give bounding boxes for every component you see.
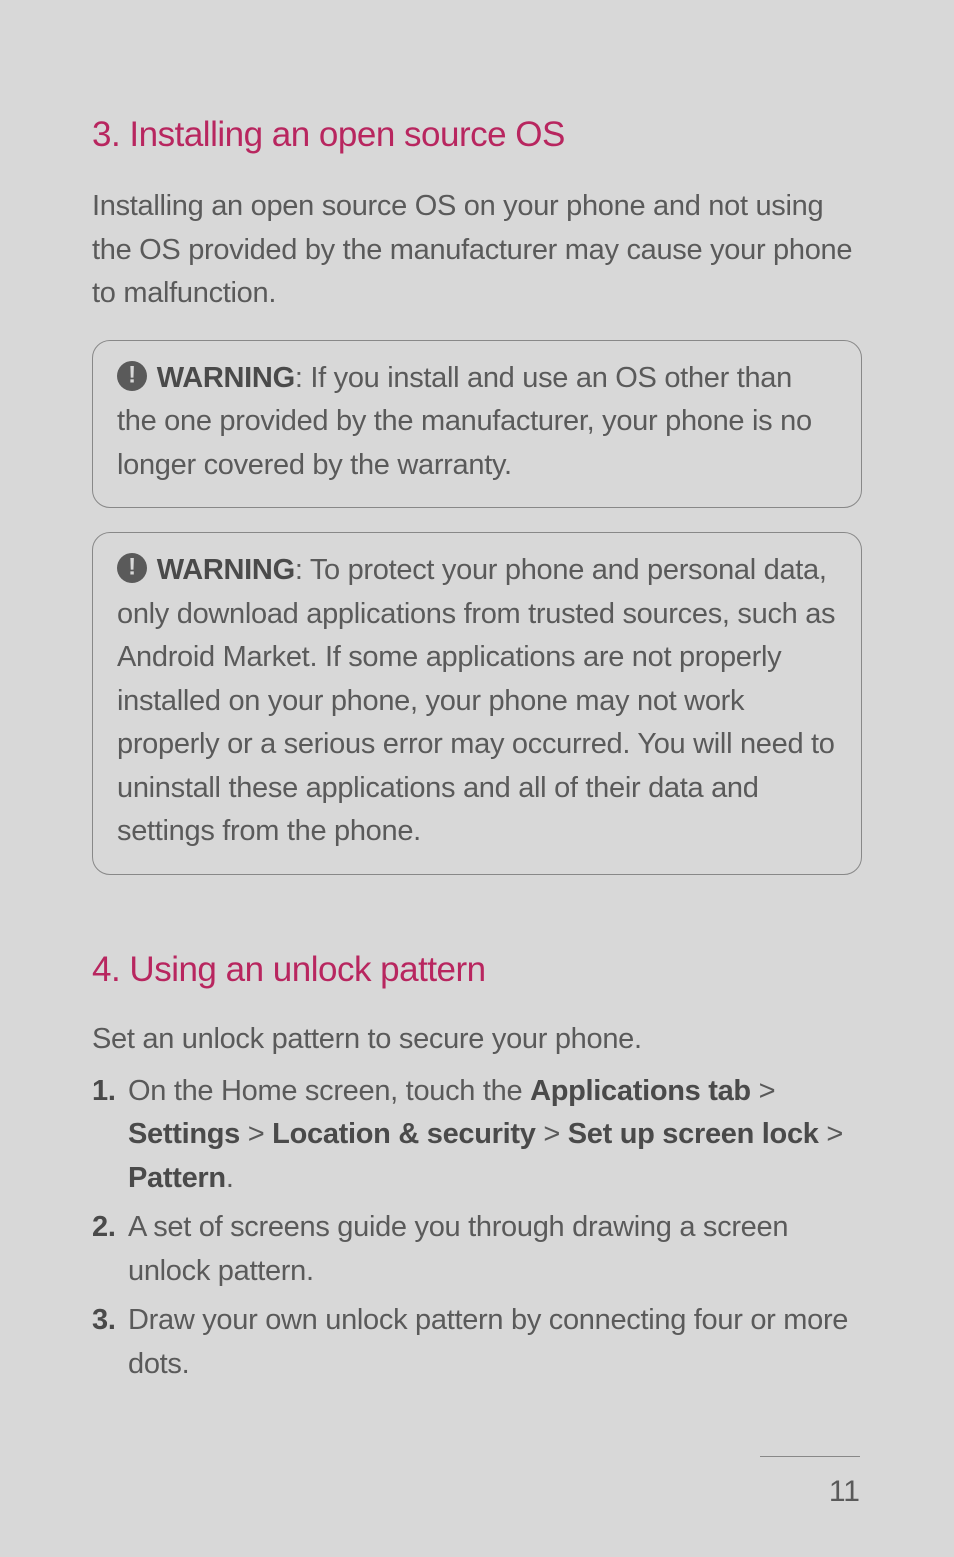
- warning-icon: [117, 553, 147, 583]
- warning2-label: WARNING: [157, 554, 295, 586]
- step1-b3: Location & security: [272, 1118, 535, 1150]
- step-2: 2. A set of screens guide you through dr…: [92, 1206, 862, 1293]
- step1-s1: >: [751, 1075, 775, 1107]
- section-heading-2: 4. Using an unlock pattern: [92, 950, 862, 990]
- step1-s3: >: [536, 1118, 568, 1150]
- warning2-text: WARNING: To protect your phone and perso…: [117, 549, 837, 854]
- section-heading-1: 3. Installing an open source OS: [92, 115, 862, 155]
- step-1-num: 1.: [92, 1070, 128, 1201]
- section1-intro: Installing an open source OS on your pho…: [92, 185, 862, 316]
- step1-s2: >: [240, 1118, 272, 1150]
- page-divider-line: [760, 1456, 860, 1457]
- warning1-text: WARNING: If you install and use an OS ot…: [117, 357, 837, 488]
- step-2-num: 2.: [92, 1206, 128, 1293]
- step-1-content: On the Home screen, touch the Applicatio…: [128, 1070, 862, 1201]
- warning-box-1: WARNING: If you install and use an OS ot…: [92, 340, 862, 509]
- step-2-content: A set of screens guide you through drawi…: [128, 1206, 862, 1293]
- warning-icon: [117, 361, 147, 391]
- step-3: 3. Draw your own unlock pattern by conne…: [92, 1299, 862, 1386]
- step1-b2: Settings: [128, 1118, 240, 1150]
- warning-box-2: WARNING: To protect your phone and perso…: [92, 532, 862, 875]
- step-1: 1. On the Home screen, touch the Applica…: [92, 1070, 862, 1201]
- warning2-body: : To protect your phone and personal dat…: [117, 554, 835, 847]
- step1-b4: Set up screen lock: [568, 1118, 819, 1150]
- step1-b5: Pattern: [128, 1162, 226, 1194]
- step1-b1: Applications tab: [530, 1075, 751, 1107]
- step1-post: .: [226, 1162, 234, 1194]
- section2-intro: Set an unlock pattern to secure your pho…: [92, 1018, 862, 1060]
- warning1-label: WARNING: [157, 362, 295, 394]
- step1-pre: On the Home screen, touch the: [128, 1075, 530, 1107]
- step-3-content: Draw your own unlock pattern by connecti…: [128, 1299, 862, 1386]
- page-number: 11: [829, 1475, 860, 1509]
- step-3-num: 3.: [92, 1299, 128, 1386]
- step1-s4: >: [819, 1118, 843, 1150]
